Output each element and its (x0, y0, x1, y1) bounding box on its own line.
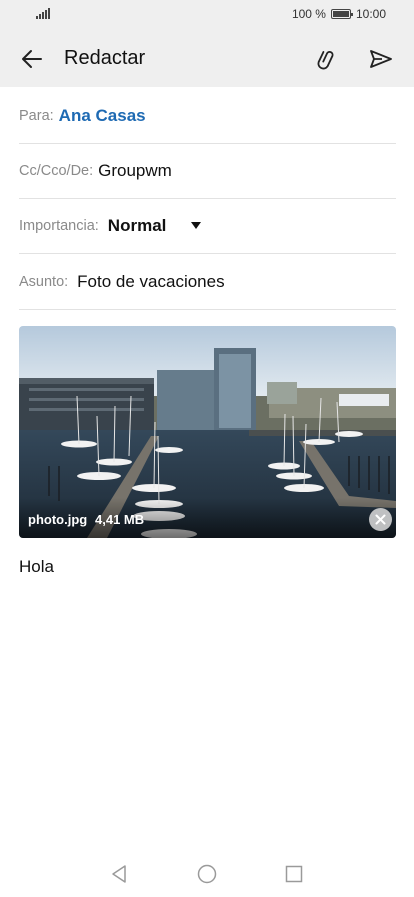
to-label: Para: (19, 107, 54, 124)
battery-icon (330, 9, 353, 19)
send-icon (370, 50, 392, 68)
nav-recent-icon (285, 865, 303, 883)
subject-label: Asunto: (19, 273, 69, 290)
nav-home-button[interactable] (195, 862, 219, 886)
nav-back-button[interactable] (107, 862, 131, 886)
nav-recent-button[interactable] (282, 862, 306, 886)
importance-field[interactable]: Importancia: Normal (19, 198, 396, 254)
nav-back-icon (112, 865, 126, 883)
importance-select[interactable]: Normal (108, 216, 167, 236)
send-button[interactable] (364, 42, 398, 76)
subject-field[interactable]: Asunto: Foto de vacaciones (19, 254, 396, 310)
navigation-bar (0, 850, 414, 897)
remove-attachment-button[interactable] (369, 508, 392, 531)
cc-value[interactable]: Groupwm (98, 161, 172, 181)
status-right: 100 % 10:00 (292, 7, 386, 21)
attachment-filesize: 4,41 MB (95, 512, 145, 527)
app-bar: Redactar (0, 30, 414, 87)
status-bar: 100 % 10:00 (0, 0, 414, 30)
attachment-preview[interactable]: photo.jpg 4,41 MB (19, 326, 396, 538)
paperclip-icon (317, 51, 334, 70)
attachment-filename: photo.jpg (28, 512, 88, 527)
importance-label: Importancia: (19, 217, 99, 234)
clock: 10:00 (355, 7, 386, 21)
back-button[interactable] (15, 42, 49, 76)
to-recipient[interactable]: Ana Casas (59, 106, 146, 126)
close-icon (375, 514, 386, 525)
message-body[interactable]: Hola (19, 557, 54, 577)
cc-field[interactable]: Cc/Cco/De: Groupwm (19, 143, 396, 199)
battery-percentage: 100 % (291, 7, 326, 21)
to-field[interactable]: Para: Ana Casas (19, 88, 396, 144)
signal-icon (36, 7, 50, 19)
attach-button[interactable] (309, 42, 343, 76)
back-arrow-icon (22, 50, 42, 68)
nav-home-icon (197, 864, 217, 884)
dropdown-arrow-icon[interactable] (191, 222, 202, 229)
page-title: Redactar (64, 47, 146, 69)
cc-label: Cc/Cco/De: (19, 162, 94, 179)
subject-input[interactable]: Foto de vacaciones (77, 272, 224, 292)
